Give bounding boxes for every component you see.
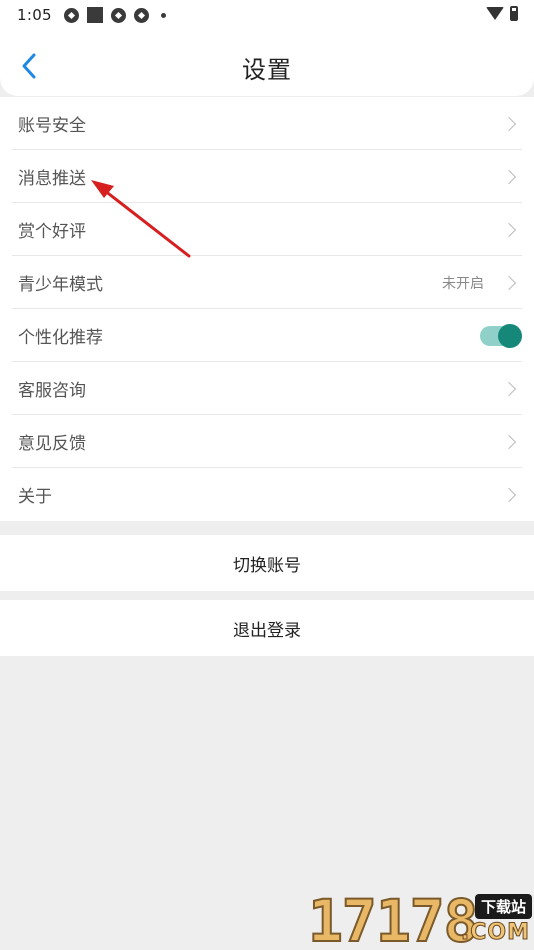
settings-item-label: 个性化推荐 <box>18 328 103 348</box>
settings-item-label: 意见反馈 <box>18 434 86 454</box>
toggle-knob <box>498 323 522 348</box>
settings-list: 账号安全 消息推送 赏个好评 青少年模式 未开启 个性化推荐 客服咨询 意见反馈… <box>0 97 534 521</box>
settings-item-about[interactable]: 关于 <box>0 468 534 521</box>
watermark-digits: 17178 <box>307 887 480 950</box>
settings-item-label: 赏个好评 <box>18 222 86 242</box>
wifi-icon <box>486 7 504 20</box>
app-notification-icon <box>86 7 103 23</box>
settings-item-label: 账号安全 <box>18 116 86 136</box>
switch-account-button[interactable]: 切换账号 <box>0 535 534 591</box>
settings-item-account-security[interactable]: 账号安全 <box>0 97 534 150</box>
watermark-logo: 17178 下载站 .COM <box>307 887 534 950</box>
settings-item-label: 客服咨询 <box>18 381 86 401</box>
settings-item-label: 青少年模式 <box>18 275 103 295</box>
chevron-right-icon <box>501 381 517 396</box>
settings-item-feedback[interactable]: 意见反馈 <box>0 415 534 468</box>
app-notification-icon <box>110 7 126 23</box>
watermark-domain: .COM <box>460 920 530 946</box>
battery-icon <box>510 6 518 21</box>
chevron-right-icon <box>501 169 517 184</box>
chevron-right-icon <box>501 487 517 502</box>
settings-item-rate-app[interactable]: 赏个好评 <box>0 203 534 256</box>
settings-item-label: 关于 <box>18 487 52 507</box>
logout-button[interactable]: 退出登录 <box>0 600 534 656</box>
chevron-right-icon <box>501 434 517 449</box>
chevron-right-icon <box>501 222 517 237</box>
settings-item-message-push[interactable]: 消息推送 <box>0 150 534 203</box>
app-notification-icon <box>133 7 149 23</box>
settings-item-label: 消息推送 <box>18 169 86 189</box>
chevron-right-icon <box>501 275 517 290</box>
watermark-badge: 下载站 <box>474 894 532 919</box>
more-notifications-icon <box>160 12 166 18</box>
chevron-right-icon <box>501 116 517 131</box>
app-notification-icon <box>63 7 79 23</box>
status-right-icons <box>486 6 518 21</box>
status-time: 1:05 <box>17 6 52 24</box>
teen-mode-status: 未开启 <box>442 275 484 292</box>
settings-item-customer-service[interactable]: 客服咨询 <box>0 362 534 415</box>
status-bar: 1:05 <box>0 0 534 30</box>
page-title: 设置 <box>242 56 292 84</box>
personalized-recommendation-toggle[interactable] <box>480 323 522 348</box>
settings-item-personalized-recommendation: 个性化推荐 <box>0 309 534 362</box>
header: 设置 <box>0 30 534 96</box>
settings-item-teen-mode[interactable]: 青少年模式 未开启 <box>0 256 534 309</box>
